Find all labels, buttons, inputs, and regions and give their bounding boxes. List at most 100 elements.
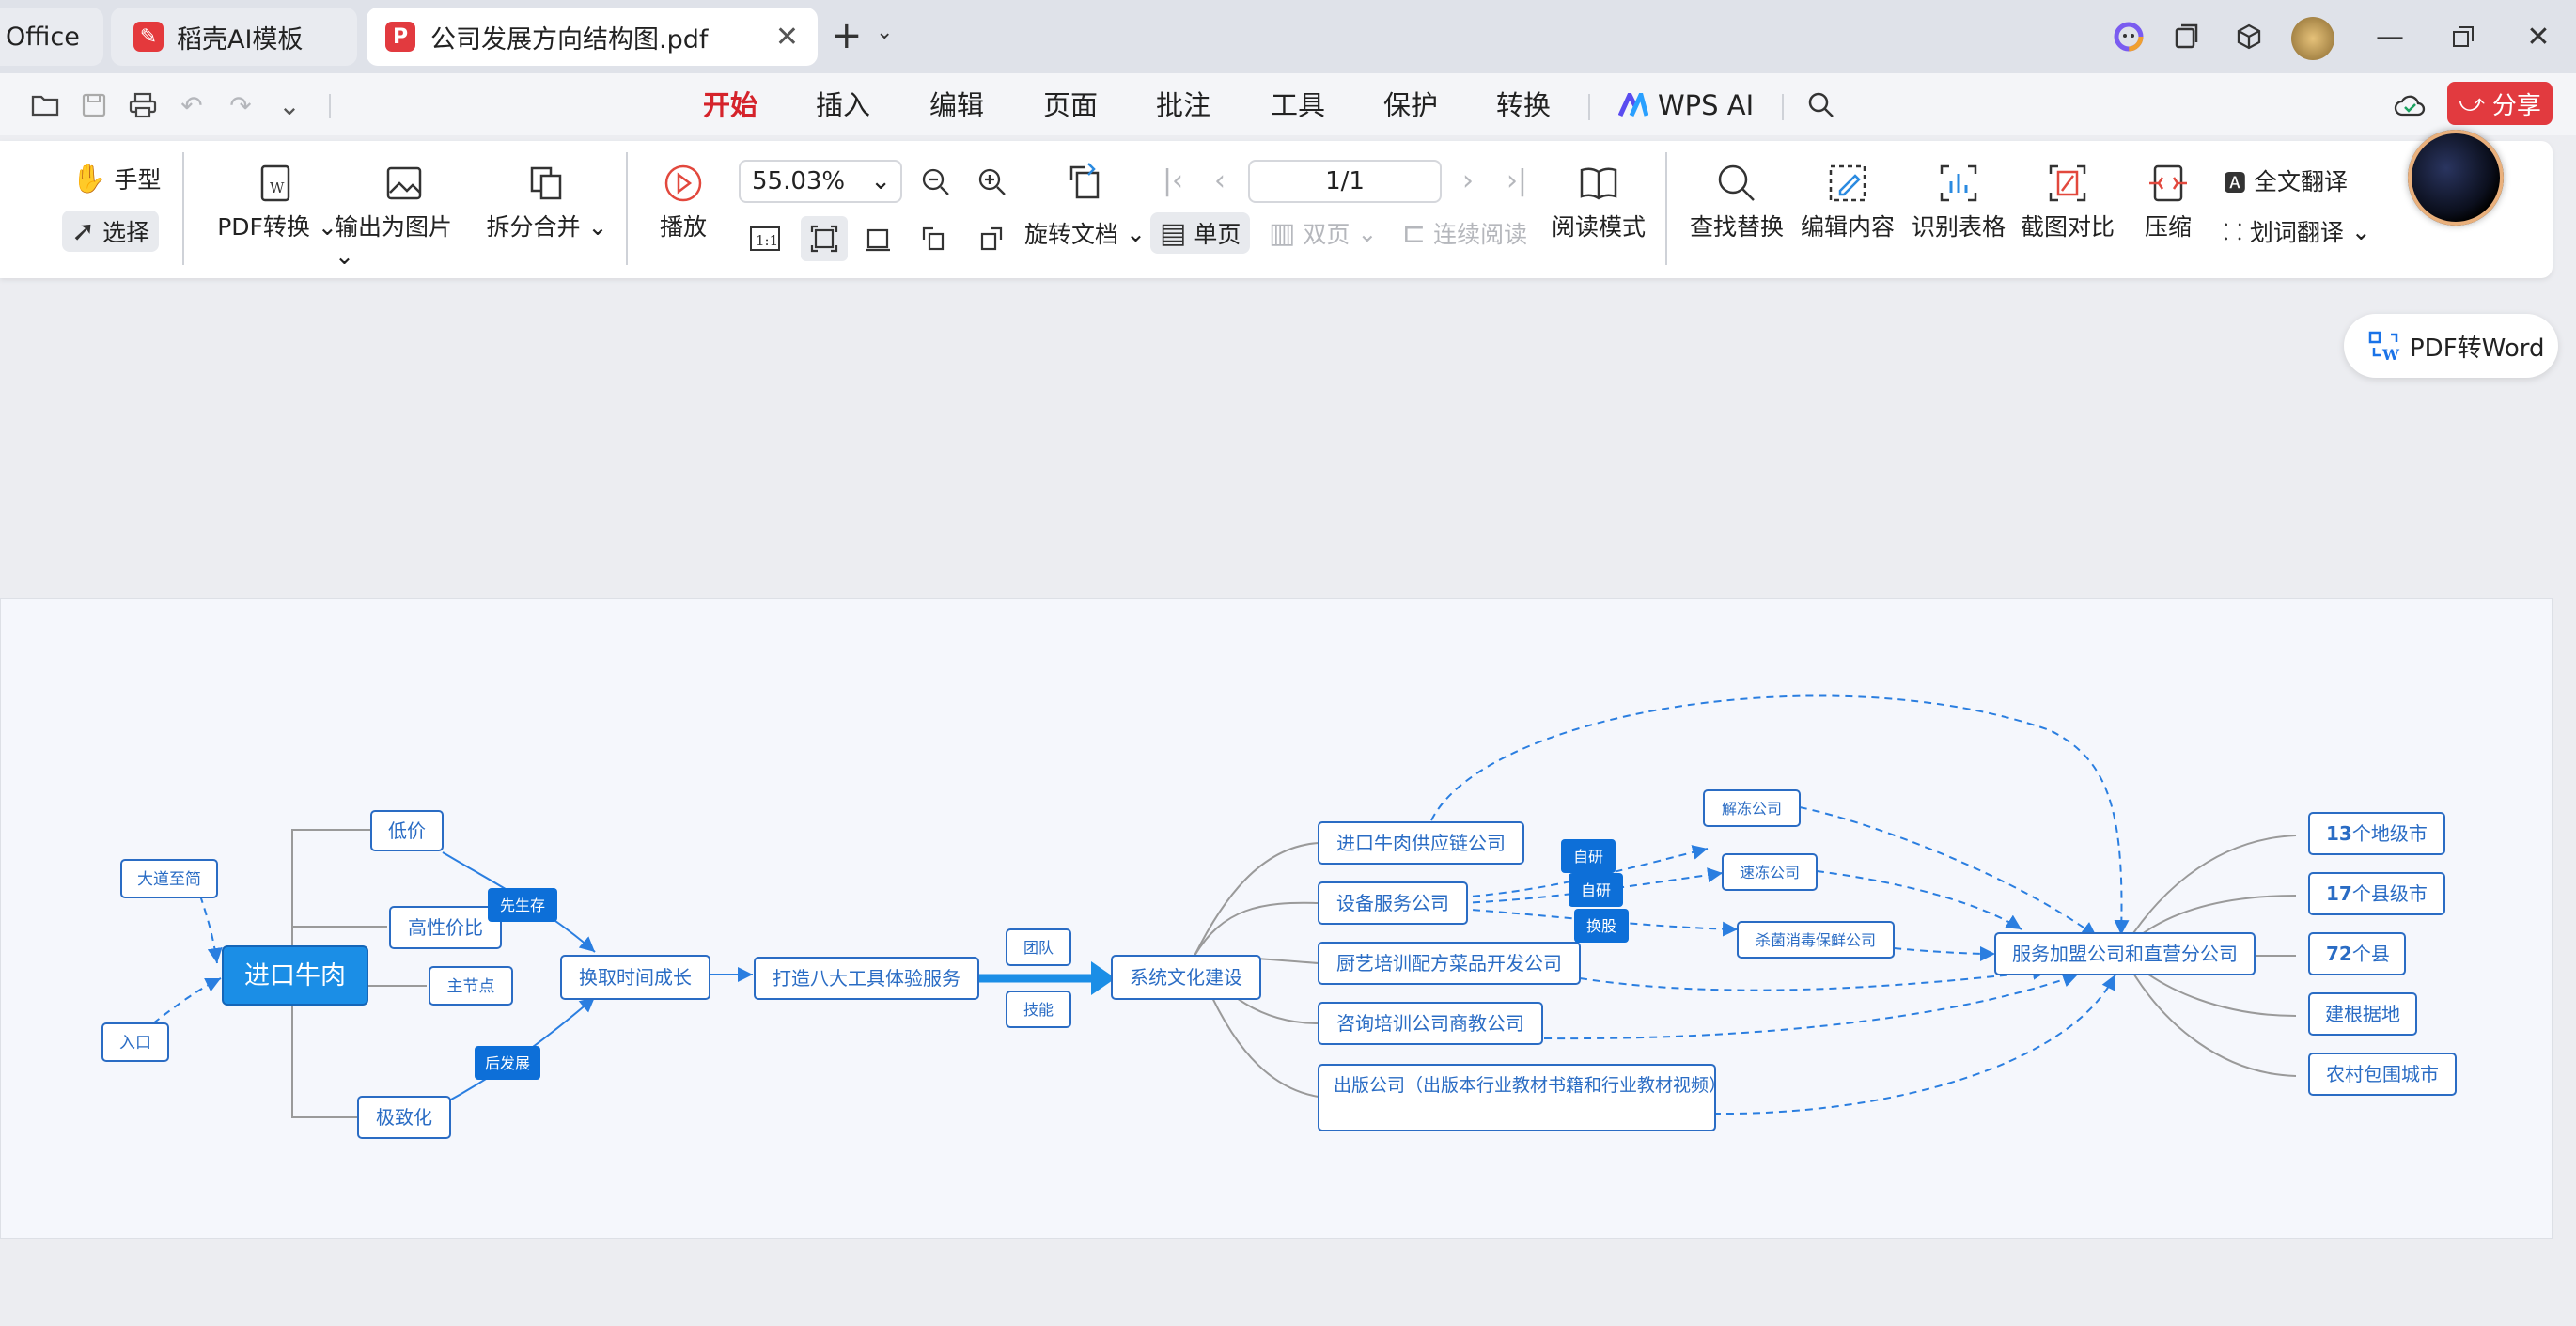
next-page-icon[interactable]: ›	[1447, 160, 1489, 201]
export-image-button[interactable]: 输出为图片 ⌄	[335, 158, 476, 270]
prev-page-icon[interactable]: ‹	[1199, 160, 1241, 201]
node-root[interactable]: 进口牛肉	[222, 945, 368, 1006]
fit-page-icon[interactable]	[801, 216, 848, 261]
find-replace-label: 查找替换	[1689, 213, 1784, 241]
tab-pdf[interactable]: P 公司发展方向结构图.pdf ✕	[367, 8, 818, 66]
hand-tool-button[interactable]: ✋ 手型	[62, 158, 170, 199]
word-translate-button[interactable]: ⸬ 划词翻译 ⌄	[2214, 211, 2381, 252]
chevron-down-icon[interactable]: ⌄	[876, 21, 893, 44]
node-franchise[interactable]: 服务加盟公司和直营分公司	[1994, 932, 2256, 975]
menu-wps-ai[interactable]: WPS AI	[1618, 86, 1754, 124]
node-extreme[interactable]: 极致化	[357, 1096, 451, 1139]
svg-text:1:1: 1:1	[756, 232, 778, 249]
node-freeze[interactable]: 速冻公司	[1722, 853, 1818, 891]
double-page-button[interactable]: ▥ 双页 ⌄	[1259, 212, 1386, 254]
window-layout-icon[interactable]	[2167, 17, 2207, 56]
node-equip[interactable]: 设备服务公司	[1318, 881, 1468, 925]
cube-icon[interactable]	[2229, 17, 2269, 56]
tab-office[interactable]: Office	[0, 8, 103, 66]
node-road[interactable]: 大道至简	[120, 859, 218, 898]
single-page-button[interactable]: ▤ 单页	[1150, 212, 1251, 254]
node-cost-performance[interactable]: 高性价比	[389, 906, 502, 949]
menu-annotate[interactable]: 批注	[1156, 86, 1210, 124]
page-number-input[interactable]: 1/1	[1248, 160, 1442, 203]
menu-page[interactable]: 页面	[1043, 86, 1098, 124]
print-icon[interactable]	[124, 86, 162, 124]
node-main-node[interactable]: 主节点	[429, 966, 513, 1006]
save-icon[interactable]	[75, 86, 113, 124]
continuous-reading-button[interactable]: ⊏ 连续阅读	[1393, 212, 1537, 254]
new-tab-icon[interactable]: +	[831, 15, 863, 56]
screenshot-compare-button[interactable]: 截图对比	[2019, 158, 2116, 242]
select-tool-button[interactable]: ➚ 选择	[62, 211, 160, 252]
node-base[interactable]: 建根据地	[2308, 992, 2417, 1036]
cloud-sync-icon[interactable]	[2391, 86, 2428, 124]
badge-self-research-1[interactable]: 自研	[1561, 839, 1616, 873]
node-chef[interactable]: 厨艺培训配方菜品开发公司	[1318, 942, 1581, 985]
badge-self-research-2[interactable]: 自研	[1569, 873, 1623, 907]
first-page-icon[interactable]: |‹	[1152, 160, 1194, 201]
node-72-counties[interactable]: 72个县	[2308, 932, 2406, 975]
badge-survive[interactable]: 先生存	[488, 888, 557, 922]
fit-width-icon[interactable]	[857, 218, 898, 259]
node-entry[interactable]: 入口	[101, 1022, 169, 1062]
close-window-icon[interactable]: ✕	[2519, 17, 2558, 56]
node-thaw[interactable]: 解冻公司	[1703, 789, 1801, 827]
undo-icon[interactable]: ↶	[173, 86, 211, 124]
find-replace-button[interactable]: 查找替换	[1688, 158, 1786, 242]
menu-tools[interactable]: 工具	[1271, 86, 1325, 124]
minimize-icon[interactable]: —	[2370, 17, 2410, 56]
rotate-left-icon[interactable]	[913, 218, 955, 259]
play-button[interactable]: 播放	[648, 158, 718, 242]
edit-content-button[interactable]: 编辑内容	[1799, 158, 1897, 242]
node-13-cities[interactable]: 13个地级市	[2308, 812, 2445, 855]
node-skill[interactable]: 技能	[1006, 991, 1071, 1028]
badge-develop[interactable]: 后发展	[475, 1046, 540, 1080]
share-button[interactable]: ⤻ 分享	[2447, 82, 2553, 125]
node-culture[interactable]: 系统文化建设	[1111, 955, 1261, 1000]
pdf-convert-button[interactable]: W PDF转换 ⌄	[207, 158, 348, 242]
badge-swap[interactable]: 换股	[1574, 909, 1629, 943]
zoom-out-icon[interactable]	[915, 162, 957, 203]
last-page-icon[interactable]: ›|	[1496, 160, 1538, 201]
split-merge-button[interactable]: 拆分合并 ⌄	[481, 158, 613, 242]
menu-edit[interactable]: 编辑	[929, 86, 984, 124]
node-team[interactable]: 团队	[1006, 928, 1071, 966]
node-rural[interactable]: 农村包围城市	[2308, 1053, 2457, 1096]
redo-icon[interactable]: ↷	[222, 86, 259, 124]
chevron-down-icon: ⌄	[2350, 217, 2371, 245]
tab-daoke[interactable]: ✎ 稻壳AI模板	[111, 8, 357, 66]
ai-assistant-icon[interactable]	[2109, 17, 2148, 56]
full-translate-button[interactable]: 🅰 全文翻译	[2214, 160, 2357, 201]
zoom-select[interactable]: 55.03% ⌄	[739, 160, 902, 203]
menu-insert[interactable]: 插入	[816, 86, 870, 124]
recognize-table-button[interactable]: 识别表格	[1910, 158, 2007, 242]
node-low-price[interactable]: 低价	[370, 810, 444, 851]
menu-protect[interactable]: 保护	[1383, 86, 1438, 124]
actual-size-icon[interactable]: 1:1	[744, 218, 786, 259]
node-eight-tools[interactable]: 打造八大工具体验服务	[754, 957, 979, 1000]
rotate-right-icon[interactable]	[970, 218, 1011, 259]
node-supply[interactable]: 进口牛肉供应链公司	[1318, 821, 1524, 865]
menu-start[interactable]: 开始	[703, 86, 757, 124]
open-folder-icon[interactable]	[26, 86, 64, 124]
pdf-to-word-button[interactable]: W PDF转Word	[2344, 314, 2558, 378]
read-mode-button[interactable]: 阅读模式	[1551, 158, 1647, 242]
restore-icon[interactable]	[2443, 17, 2483, 56]
menu-convert[interactable]: 转换	[1496, 86, 1551, 124]
user-avatar[interactable]	[2291, 17, 2334, 60]
close-tab-icon[interactable]: ✕	[775, 21, 799, 54]
quick-access-dropdown-icon[interactable]: ⌄	[271, 86, 308, 124]
node-publish[interactable]: 出版公司（出版本行业教材书籍和行业教材视频）	[1318, 1064, 1726, 1131]
zoom-in-icon[interactable]	[972, 162, 1013, 203]
node-time-growth[interactable]: 换取时间成长	[560, 955, 710, 1000]
rotate-document-icon[interactable]	[1060, 160, 1109, 201]
ai-assistant-orb[interactable]	[2408, 130, 2504, 226]
compress-button[interactable]: 压缩	[2133, 158, 2203, 242]
rotate-document-button[interactable]: 旋转文档 ⌄	[1015, 212, 1155, 254]
node-sterile[interactable]: 杀菌消毒保鲜公司	[1737, 921, 1895, 959]
node-consult[interactable]: 咨询培训公司商教公司	[1318, 1002, 1543, 1045]
play-icon	[663, 158, 704, 209]
node-17-cities[interactable]: 17个县级市	[2308, 872, 2445, 915]
search-icon[interactable]	[1803, 86, 1840, 124]
